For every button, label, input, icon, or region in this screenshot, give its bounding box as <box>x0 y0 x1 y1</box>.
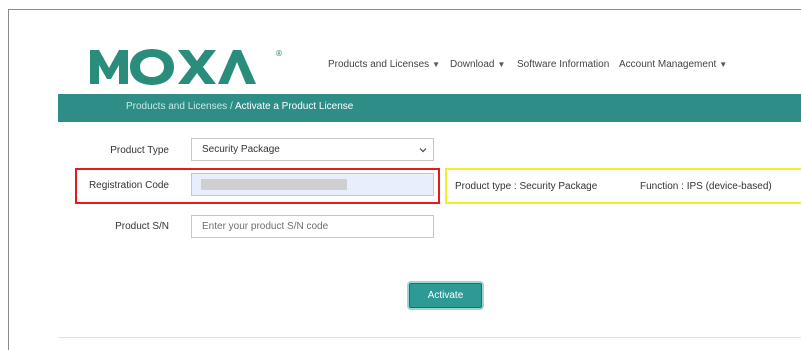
nav-software-information[interactable]: Software Information <box>517 59 609 70</box>
chevron-down-icon <box>419 148 427 153</box>
nav-label: Software Information <box>517 59 610 70</box>
footer-divider <box>58 337 801 338</box>
breadcrumb-current: Activate a Product License <box>234 101 354 112</box>
caret-down-icon: ▼ <box>432 60 441 69</box>
registration-code-label: Registration Code <box>88 180 169 191</box>
moxa-logo[interactable]: ® <box>90 46 290 86</box>
nav-label: Products and Licenses <box>328 59 430 70</box>
breadcrumb: Products and Licenses / Activate a Produ… <box>126 101 353 112</box>
caret-down-icon: ▼ <box>497 60 506 69</box>
product-type-value: Security Package <box>202 144 280 155</box>
registered-mark: ® <box>275 49 283 58</box>
product-type-info: Product type : Security Package <box>455 181 598 192</box>
redacted-registration-code <box>201 179 347 190</box>
product-type-select[interactable]: Security Package <box>191 138 434 161</box>
product-sn-input[interactable] <box>191 215 434 238</box>
breadcrumb-link-products-and-licenses[interactable]: Products and Licenses <box>126 101 227 112</box>
window-frame-top <box>8 9 801 10</box>
registration-code-input[interactable] <box>191 173 434 196</box>
product-sn-label: Product S/N <box>115 221 169 232</box>
product-type-label: Product Type <box>110 145 169 156</box>
caret-down-icon: ▼ <box>719 60 728 69</box>
nav-products-and-licenses[interactable]: Products and Licenses ▼ <box>328 59 440 70</box>
function-info: Function : IPS (device-based) <box>640 181 772 192</box>
nav-account-management[interactable]: Account Management ▼ <box>619 59 727 70</box>
window-frame-left <box>8 9 9 350</box>
nav-download[interactable]: Download ▼ <box>450 59 505 70</box>
activate-button[interactable]: Activate <box>409 283 482 308</box>
nav-label: Account Management <box>619 59 717 70</box>
nav-label: Download <box>450 59 495 70</box>
breadcrumb-separator: / <box>227 101 235 112</box>
